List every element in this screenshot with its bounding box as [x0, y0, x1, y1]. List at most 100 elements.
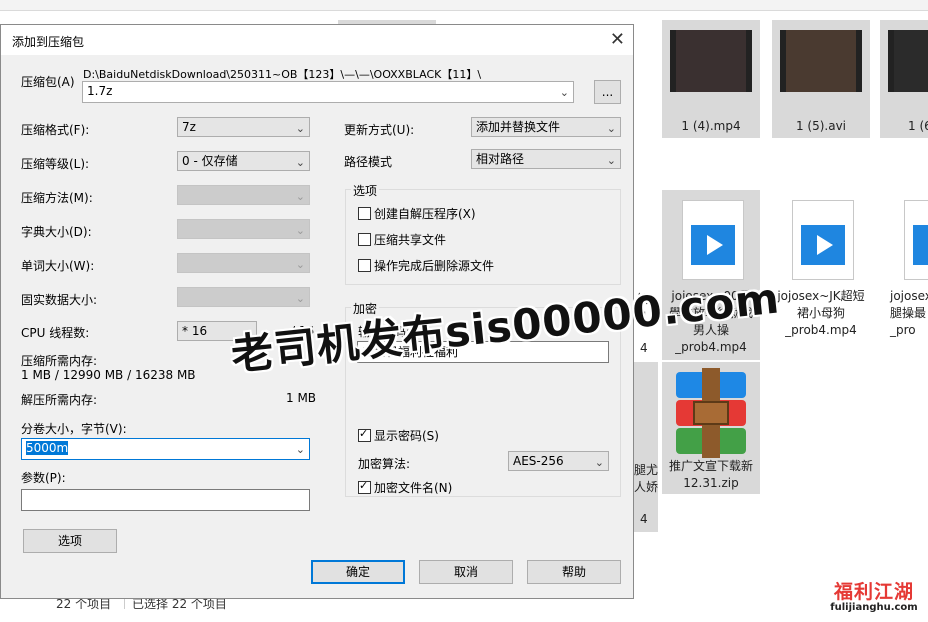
- update-mode-select[interactable]: 添加并替换文件 ⌄: [471, 117, 621, 137]
- file-name-partial: 腿尤: [634, 463, 659, 477]
- video-thumbnail: [780, 30, 862, 92]
- file-tile-partial[interactable]: [634, 362, 658, 532]
- chevron-down-icon: ⌄: [295, 190, 305, 203]
- chevron-down-icon: ⌄: [295, 224, 305, 237]
- checkbox-box[interactable]: [358, 427, 371, 442]
- browse-button[interactable]: ...: [594, 80, 621, 104]
- mem-decomp-label: 解压所需内存:: [21, 393, 98, 407]
- chevron-down-icon[interactable]: ⌄: [607, 120, 616, 138]
- site-logo: 福利江湖 fulijianghu.com: [828, 575, 920, 619]
- split-label: 分卷大小，字节(V):: [21, 422, 127, 436]
- file-name-partial: 人娇: [634, 480, 659, 494]
- chevron-down-icon[interactable]: ⌄: [560, 84, 569, 102]
- checkbox-box[interactable]: [358, 207, 371, 220]
- path-mode-select[interactable]: 相对路径 ⌄: [471, 149, 621, 169]
- show-password-checkbox[interactable]: 显示密码(S): [358, 427, 439, 443]
- file-name: 1 (5).avi: [795, 119, 847, 133]
- params-input[interactable]: [21, 489, 310, 511]
- encrypt-names-checkbox[interactable]: 加密文件名(N): [358, 479, 453, 495]
- dialog-title: 添加到压缩包: [12, 35, 85, 49]
- checkbox-label: 加密文件名(N): [374, 481, 453, 495]
- params-label: 参数(P):: [21, 471, 66, 485]
- split-size-combobox[interactable]: 5000m ⌄: [21, 438, 310, 460]
- encryption-method-label: 加密算法:: [358, 457, 411, 471]
- winrar-archive-icon: [676, 368, 746, 458]
- mem-comp-value: 1 MB / 12990 MB / 16238 MB: [21, 368, 196, 382]
- video-file-icon: [792, 200, 854, 280]
- options-button[interactable]: 选项: [23, 529, 117, 553]
- delete-after-checkbox[interactable]: 操作完成后删除源文件: [358, 259, 494, 273]
- path-mode-value: 相对路径: [476, 152, 525, 166]
- level-value: 0 - 仅存储: [182, 154, 238, 168]
- file-tile[interactable]: 1 (5).avi: [772, 20, 870, 138]
- update-mode-value: 添加并替换文件: [476, 120, 561, 134]
- video-file-icon: [904, 200, 928, 280]
- method-label: 压缩方法(M):: [21, 191, 93, 205]
- chevron-down-icon[interactable]: ⌄: [296, 120, 305, 138]
- file-name: 1 (4).mp4: [681, 119, 741, 133]
- archive-path: D:\BaiduNetdiskDownload\250311~OB【123】\—…: [83, 68, 482, 81]
- create-sfx-checkbox[interactable]: 创建自解压程序(X): [358, 207, 476, 221]
- file-tile-partial[interactable]: 1 (6: [880, 20, 928, 138]
- chevron-down-icon[interactable]: ⌄: [296, 441, 305, 459]
- file-name: 推广文宣下载新12.31.zip: [668, 459, 753, 490]
- file-tile[interactable]: jojosex~JK超短裙小母狗_prob4.mp4: [772, 190, 870, 360]
- cpu-value: * 16: [182, 324, 208, 338]
- encryption-method-select[interactable]: AES-256 ⌄: [508, 451, 609, 471]
- file-name: jojosex~腿操最_pro: [890, 289, 928, 337]
- archive-name-value: 1.7z: [87, 84, 113, 98]
- logo-title: 福利江湖: [833, 581, 914, 603]
- chevron-down-icon: ⌄: [295, 292, 305, 305]
- file-name: 1 (6: [908, 119, 928, 133]
- level-label: 压缩等级(L):: [21, 157, 90, 171]
- encryption-method-value: AES-256: [513, 454, 564, 468]
- file-tile-partial[interactable]: jojosex~腿操最_pro: [880, 190, 928, 360]
- close-icon[interactable]: ✕: [610, 29, 625, 50]
- level-select[interactable]: 0 - 仅存储 ⌄: [177, 151, 310, 171]
- checkbox-box[interactable]: [358, 259, 371, 272]
- explorer-address-bar[interactable]: [0, 0, 928, 11]
- checkbox-label: 操作完成后删除源文件: [374, 259, 495, 273]
- split-size-value: 5000m: [26, 441, 69, 455]
- file-name-partial: 4: [640, 512, 648, 526]
- word-select: ⌄: [177, 253, 310, 273]
- video-thumbnail: [888, 30, 928, 92]
- format-value: 7z: [182, 120, 196, 134]
- checkbox-box[interactable]: [358, 479, 371, 494]
- chevron-down-icon[interactable]: ⌄: [595, 454, 604, 472]
- checkbox-box[interactable]: [358, 233, 371, 246]
- mem-comp-label: 压缩所需内存:: [21, 354, 98, 368]
- solid-label: 固实数据大小:: [21, 293, 98, 307]
- format-select[interactable]: 7z ⌄: [177, 117, 310, 137]
- archive-label: 压缩包(A): [21, 75, 75, 89]
- mem-decomp-value: 1 MB: [286, 391, 317, 405]
- checkbox-label: 显示密码(S): [374, 429, 439, 443]
- checkbox-label: 创建自解压程序(X): [374, 207, 476, 221]
- chevron-down-icon[interactable]: ⌄: [296, 154, 305, 172]
- compress-shared-checkbox[interactable]: 压缩共享文件: [358, 233, 446, 247]
- options-group-title: 选项: [351, 182, 380, 199]
- method-select: ⌄: [177, 185, 310, 205]
- pathmode-label: 路径模式: [344, 155, 393, 169]
- dict-label: 字典大小(D):: [21, 225, 92, 239]
- ok-button[interactable]: 确定: [311, 560, 405, 584]
- file-tile[interactable]: 1 (4).mp4: [662, 20, 760, 138]
- file-name: jojosex~JK超短裙小母狗_prob4.mp4: [777, 289, 865, 337]
- dialog-titlebar[interactable]: 添加到压缩包 ✕: [1, 25, 633, 55]
- video-thumbnail: [670, 30, 752, 92]
- update-label: 更新方式(U):: [344, 123, 415, 137]
- solid-select: ⌄: [177, 287, 310, 307]
- cancel-button[interactable]: 取消: [419, 560, 513, 584]
- logo-url: fulijianghu.com: [830, 602, 918, 613]
- file-tile-archive[interactable]: 推广文宣下载新12.31.zip: [662, 362, 760, 494]
- cpu-label: CPU 线程数:: [21, 326, 90, 340]
- archive-name-combobox[interactable]: 1.7z ⌄: [82, 81, 574, 103]
- chevron-down-icon: ⌄: [295, 258, 305, 271]
- help-button[interactable]: 帮助: [527, 560, 621, 584]
- dict-select: ⌄: [177, 219, 310, 239]
- checkbox-label: 压缩共享文件: [374, 233, 447, 247]
- word-label: 单词大小(W):: [21, 259, 95, 273]
- format-label: 压缩格式(F):: [21, 123, 90, 137]
- file-name-partial: 4: [640, 341, 648, 355]
- chevron-down-icon[interactable]: ⌄: [607, 152, 616, 170]
